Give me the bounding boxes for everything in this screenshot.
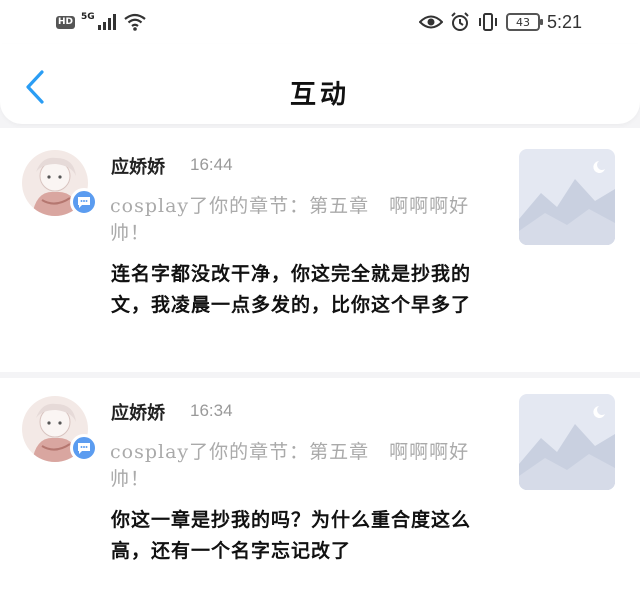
comment-text: 你这一章是抄我的吗？为什么重合度这么高，还有一个名字忘记改了: [111, 509, 472, 562]
network-label: 5G: [81, 12, 95, 22]
list-item[interactable]: 应娇娇 16:44 cosplay了你的章节：第五章 啊啊啊好帅！ 连名字都没改…: [0, 128, 640, 372]
status-bar: HD 5G 43 5:21: [0, 0, 640, 44]
chapter-notice: cosplay了你的章节：第五章 啊啊啊好帅！: [110, 195, 470, 244]
page-title: 互动: [289, 80, 350, 110]
avatar-wrap[interactable]: [22, 396, 98, 462]
user-name[interactable]: 应娇娇: [111, 399, 165, 425]
comment-text: 连名字都没改干净，你这完全就是抄我的文，我凌晨一点多发的，比你这个早多了: [111, 263, 472, 316]
alarm-icon: [451, 12, 469, 31]
chapter-notice: cosplay了你的章节：第五章 啊啊啊好帅！: [110, 441, 470, 490]
thumbnail-image[interactable]: [519, 149, 615, 245]
list-item[interactable]: 应娇娇 16:34 cosplay了你的章节：第五章 啊啊啊好帅！ 你这一章是抄…: [0, 378, 640, 590]
image-placeholder-icon: [519, 149, 615, 245]
eye-icon: [418, 15, 443, 29]
header: 互动: [0, 44, 640, 124]
vibrate-icon: [478, 13, 497, 31]
hd-badge: HD: [56, 15, 76, 29]
status-left: HD 5G: [56, 10, 147, 34]
battery-icon: 43: [505, 13, 543, 31]
thumbnail-image[interactable]: [519, 394, 615, 490]
comment-badge-icon: [70, 188, 98, 216]
wifi-icon: [123, 13, 146, 31]
screen: HD 5G 43 5:21 互动 应娇娇 16:44 cosplay了你的章节：…: [0, 0, 640, 590]
user-name[interactable]: 应娇娇: [111, 153, 165, 179]
clock: 5:21: [546, 11, 582, 32]
image-placeholder-icon: [519, 394, 615, 490]
avatar-wrap[interactable]: [22, 150, 98, 216]
comment-badge-icon: [70, 434, 98, 462]
status-right: 43 5:21: [418, 9, 582, 35]
signal-icon: [97, 14, 116, 30]
timestamp: 16:44: [190, 155, 233, 174]
battery-level: 43: [515, 15, 530, 29]
timestamp: 16:34: [190, 401, 233, 420]
